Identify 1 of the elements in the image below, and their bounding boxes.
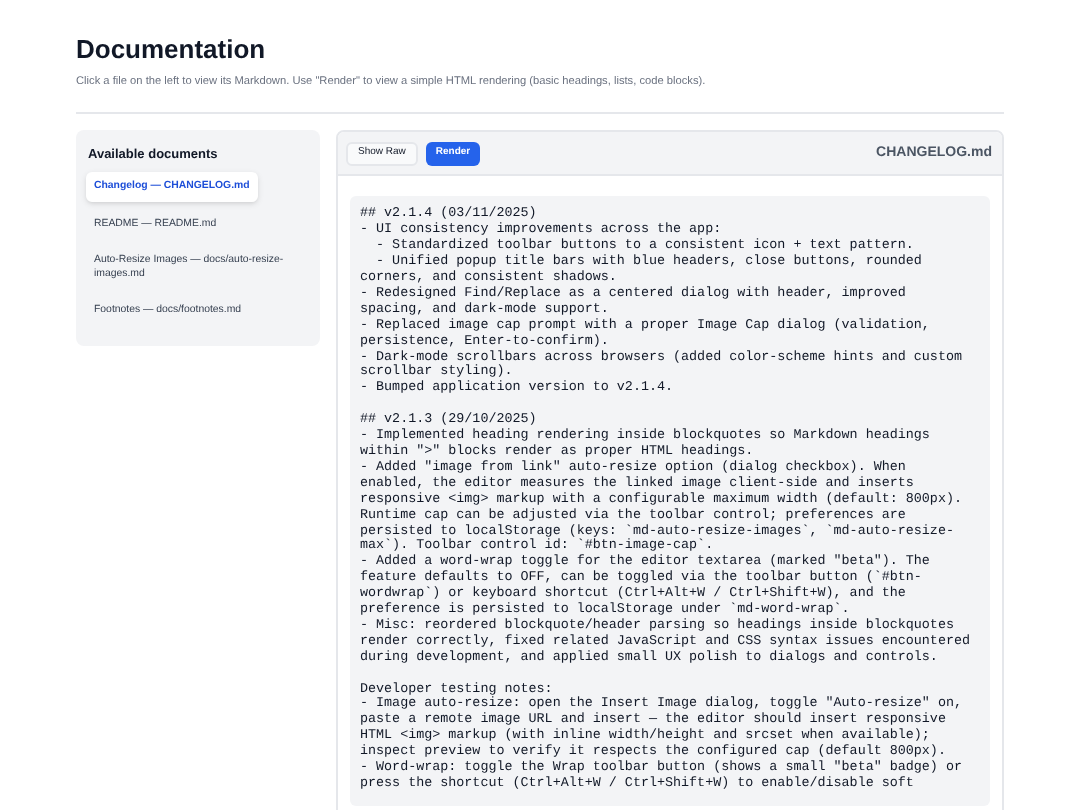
page-title: Documentation (76, 34, 268, 66)
